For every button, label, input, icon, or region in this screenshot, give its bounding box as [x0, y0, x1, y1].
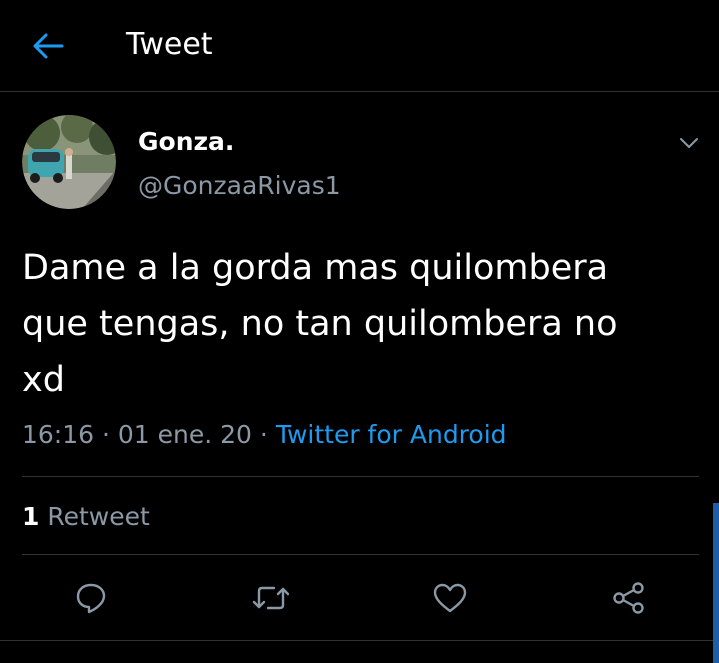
meta-separator: · [251, 420, 276, 449]
divider [22, 476, 699, 477]
tweet-screen: Tweet Gonza. @GonzaaRivas1 Dame a la gor… [0, 0, 719, 663]
author-handle[interactable]: @GonzaaRivas1 [138, 170, 341, 202]
meta-separator: · [94, 420, 118, 449]
author-display-name[interactable]: Gonza. [138, 126, 234, 158]
page-title: Tweet [126, 27, 213, 62]
reply-button[interactable] [71, 578, 111, 618]
chevron-down-icon [680, 138, 698, 148]
back-button[interactable] [30, 28, 66, 64]
reply-icon [76, 583, 106, 614]
retweet-stats[interactable]: 1 Retweet [22, 500, 150, 534]
scroll-indicator[interactable] [713, 503, 719, 663]
avatar[interactable] [22, 115, 116, 209]
retweet-label: Retweet [39, 502, 150, 531]
tweet-text: Dame a la gorda mas quilombera que tenga… [22, 248, 618, 400]
tweet-date: 01 ene. 20 [117, 420, 252, 449]
share-icon [613, 582, 644, 614]
retweet-count: 1 [22, 502, 40, 531]
share-button[interactable] [609, 578, 649, 618]
like-button[interactable] [430, 578, 470, 618]
top-app-bar: Tweet [0, 0, 719, 92]
tweet-time: 16:16 [22, 420, 95, 449]
divider [0, 640, 719, 641]
avatar-photo [22, 115, 116, 209]
divider [22, 554, 699, 555]
tweet-meta: 16:16 · 01 ene. 20 · Twitter for Android [22, 418, 507, 452]
tweet-source-link[interactable]: Twitter for Android [276, 420, 507, 449]
retweet-button[interactable] [251, 578, 291, 618]
arrow-left-icon [33, 33, 64, 59]
heart-icon [433, 583, 467, 613]
retweet-icon [252, 586, 290, 610]
tweet-menu-button[interactable] [676, 130, 702, 156]
